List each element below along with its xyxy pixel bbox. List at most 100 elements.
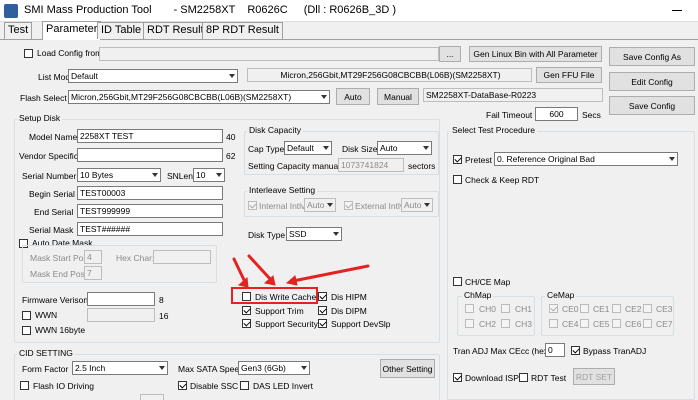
hex-char-input[interactable] bbox=[153, 250, 211, 264]
snlen-select[interactable]: 10 bbox=[193, 168, 225, 182]
flash-io-input[interactable] bbox=[140, 394, 164, 400]
chevron-down-icon bbox=[327, 203, 333, 207]
disk-size-label: Disk Size bbox=[342, 144, 378, 154]
ce6-checkbox[interactable] bbox=[612, 319, 621, 328]
flash-select-dropdown[interactable]: Micron,256Gbit,MT29F256G08CBCBB(L06B)(SM… bbox=[68, 90, 330, 104]
begin-serial-input[interactable]: TEST00003 bbox=[77, 186, 223, 200]
cap-type-select[interactable]: Default bbox=[284, 141, 332, 155]
ce2-checkbox[interactable] bbox=[612, 304, 621, 313]
ce7-label: CE7 bbox=[656, 319, 673, 329]
firmware-version-label: Firmware Verison bbox=[22, 295, 89, 305]
ce3-checkbox[interactable] bbox=[643, 304, 652, 313]
chevron-down-icon bbox=[333, 232, 339, 236]
ce1-checkbox[interactable] bbox=[580, 304, 589, 313]
save-config-button[interactable]: Save Config bbox=[609, 96, 695, 115]
load-config-path[interactable] bbox=[99, 47, 439, 61]
support-trim-checkbox[interactable] bbox=[242, 306, 251, 315]
support-security-label: Support Security bbox=[255, 319, 318, 329]
serial-number-select[interactable]: 10 Bytes bbox=[77, 168, 161, 182]
capacity-sectors-input[interactable]: 1073741824 bbox=[338, 158, 404, 172]
rdt-test-checkbox[interactable] bbox=[519, 373, 528, 382]
list-mode-select[interactable]: Default bbox=[68, 69, 238, 83]
download-isp-checkbox[interactable] bbox=[453, 373, 462, 382]
form-factor-label: Form Factor bbox=[22, 364, 69, 374]
vendor-specific-input[interactable] bbox=[77, 148, 223, 162]
dis-dipm-checkbox[interactable] bbox=[318, 306, 327, 315]
fail-timeout-label: Fail Timeout bbox=[486, 110, 533, 120]
dis-hipm-label: Dis HIPM bbox=[331, 292, 367, 302]
tab-8p-rdt-result[interactable]: 8P RDT Result bbox=[202, 22, 283, 39]
pretest-label: Pretest bbox=[465, 155, 492, 165]
ce0-checkbox[interactable] bbox=[549, 304, 558, 313]
tab-test[interactable]: Test bbox=[4, 22, 33, 39]
tran-adj-input[interactable]: 0 bbox=[545, 343, 565, 357]
fail-timeout-input[interactable]: 600 bbox=[535, 107, 578, 121]
disk-size-select[interactable]: Auto bbox=[377, 141, 432, 155]
gen-ffu-button[interactable]: Gen FFU File bbox=[536, 67, 602, 83]
check-keep-rdt-checkbox[interactable] bbox=[453, 175, 462, 184]
serial-mask-input[interactable]: TEST###### bbox=[77, 222, 223, 236]
ch0-checkbox[interactable] bbox=[465, 304, 474, 313]
form-factor-select[interactable]: 2.5 Inch bbox=[72, 361, 168, 375]
mask-end-label: Mask End Pos bbox=[30, 269, 85, 279]
ch3-checkbox[interactable] bbox=[501, 319, 510, 328]
mask-start-input[interactable]: 4 bbox=[84, 250, 102, 264]
other-setting-button[interactable]: Other Setting bbox=[380, 359, 435, 378]
bypass-tranadj-checkbox[interactable] bbox=[571, 346, 580, 355]
disable-ssc-checkbox[interactable] bbox=[178, 381, 187, 390]
dis-write-cache-checkbox[interactable] bbox=[242, 292, 251, 301]
tab-id-table[interactable]: ID Table bbox=[97, 22, 146, 39]
rdt-test-label: RDT Test bbox=[531, 373, 567, 383]
dis-hipm-checkbox[interactable] bbox=[318, 292, 327, 301]
external-intlv-checkbox[interactable] bbox=[344, 201, 353, 210]
wwn-16byte-checkbox[interactable] bbox=[22, 326, 31, 335]
tab-rdt-result[interactable]: RDT Result bbox=[143, 22, 208, 39]
wwn-input[interactable] bbox=[87, 308, 155, 322]
auto-button[interactable]: Auto bbox=[336, 88, 370, 105]
title-bar: SMI Mass Production Tool - SM2258XT R0626C… bbox=[0, 0, 698, 22]
cap-type-label: Cap Type bbox=[248, 144, 285, 154]
secs-label: Secs bbox=[582, 110, 601, 120]
pretest-checkbox[interactable] bbox=[453, 155, 462, 164]
ce7-checkbox[interactable] bbox=[643, 319, 652, 328]
ce1-label: CE1 bbox=[593, 304, 610, 314]
pretest-select[interactable]: 0. Reference Original Bad bbox=[494, 152, 678, 166]
das-led-invert-checkbox[interactable] bbox=[240, 381, 249, 390]
rdt-set-button[interactable]: RDT SET bbox=[573, 368, 615, 385]
external-intlv-select[interactable]: Auto bbox=[401, 198, 433, 212]
ce5-checkbox[interactable] bbox=[580, 319, 589, 328]
load-config-checkbox[interactable] bbox=[24, 49, 33, 58]
snlen-label: SNLen bbox=[167, 171, 193, 181]
chce-map-checkbox[interactable] bbox=[453, 277, 462, 286]
firmware-version-input[interactable] bbox=[87, 292, 155, 306]
ce4-checkbox[interactable] bbox=[549, 319, 558, 328]
model-name-input[interactable]: 2258XT TEST bbox=[77, 129, 223, 143]
internal-intlv-select[interactable]: Auto bbox=[304, 198, 336, 212]
tab-bar: Test Parameter ID Table RDT Result 8P RD… bbox=[0, 21, 698, 40]
tab-parameter[interactable]: Parameter bbox=[42, 21, 102, 40]
save-config-as-button[interactable]: Save Config As bbox=[609, 47, 695, 66]
browse-button[interactable]: ... bbox=[439, 46, 461, 62]
wwn-checkbox[interactable] bbox=[22, 311, 31, 320]
ch3-label: CH3 bbox=[515, 319, 533, 329]
support-security-checkbox[interactable] bbox=[242, 319, 251, 328]
chevron-down-icon bbox=[152, 173, 158, 177]
minimize-button[interactable] bbox=[672, 10, 682, 11]
internal-intlv-checkbox[interactable] bbox=[248, 201, 257, 210]
max-sata-speed-select[interactable]: Gen3 (6Gb) bbox=[238, 361, 310, 375]
cemap-group bbox=[541, 296, 674, 336]
model-name-label: Model Name bbox=[29, 132, 78, 142]
disk-type-select[interactable]: SSD bbox=[286, 227, 342, 241]
ch2-checkbox[interactable] bbox=[465, 319, 474, 328]
manual-button[interactable]: Manual bbox=[377, 88, 419, 105]
edit-config-button[interactable]: Edit Config bbox=[609, 72, 695, 91]
end-serial-input[interactable]: TEST999999 bbox=[77, 204, 223, 218]
support-devslp-label: Support DevSlp bbox=[331, 319, 391, 329]
tran-adj-label: Tran ADJ Max CEcc (hex) bbox=[453, 346, 551, 356]
serial-mask-label: Serial Mask bbox=[29, 225, 74, 235]
ch1-checkbox[interactable] bbox=[501, 304, 510, 313]
support-devslp-checkbox[interactable] bbox=[318, 319, 327, 328]
flash-io-driving-checkbox[interactable] bbox=[20, 381, 29, 390]
gen-linux-bin-button[interactable]: Gen Linux Bin with All Parameter bbox=[469, 46, 602, 62]
mask-end-input[interactable]: 7 bbox=[84, 266, 102, 280]
